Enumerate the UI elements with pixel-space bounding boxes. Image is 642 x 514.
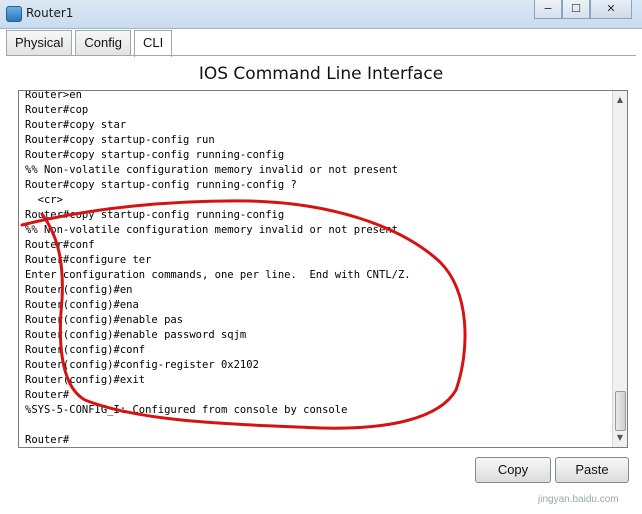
terminal-line: Router#copy startup-config run: [25, 134, 215, 146]
terminal-line: Router#copy startup-config running-confi…: [25, 179, 297, 191]
window-titlebar: Router1 − ☐ ✕: [0, 0, 642, 29]
panel-title: IOS Command Line Interface: [198, 64, 444, 84]
terminal-line: %% Non-volatile configuration memory inv…: [25, 224, 398, 236]
maximize-button[interactable]: ☐: [562, 0, 590, 19]
tab-physical[interactable]: Physical: [6, 30, 73, 55]
copy-button[interactable]: Copy: [475, 457, 551, 483]
terminal-line: Router#: [25, 389, 70, 401]
cli-terminal[interactable]: Router>en Router#cop Router#copy star Route…: [18, 90, 628, 448]
terminal-line: Router(config)#ena: [25, 299, 139, 311]
watermark-text: jingyan.baidu.com: [538, 494, 619, 505]
scroll-up-arrow-icon[interactable]: ▲: [614, 93, 626, 107]
terminal-line: Router#cop: [25, 104, 89, 116]
terminal-line: %% Non-volatile configuration memory inv…: [25, 164, 398, 176]
terminal-line: Router#copy startup-config running-confi…: [25, 149, 285, 161]
window-title: Router1: [26, 6, 74, 20]
terminal-output: Router>en Router#cop Router#copy star Route…: [25, 90, 609, 447]
terminal-line: %SYS-5-CONFIG_I: Configured from console…: [25, 404, 348, 416]
minimize-button[interactable]: −: [534, 0, 562, 19]
scroll-down-arrow-icon[interactable]: ▼: [614, 431, 626, 445]
tab-config[interactable]: Config: [75, 30, 131, 55]
tab-cli[interactable]: CLI: [134, 30, 173, 57]
paste-button[interactable]: Paste: [555, 457, 629, 483]
terminal-line: Router(config)#enable password sqjm: [25, 329, 247, 341]
terminal-line: Router(config)#enable pas: [25, 314, 184, 326]
terminal-line: Router#: [25, 434, 70, 446]
window-controls: − ☐ ✕: [534, 0, 632, 20]
terminal-line: Router(config)#exit: [25, 374, 146, 386]
terminal-line: Router>en: [25, 90, 82, 101]
terminal-line: Enter configuration commands, one per li…: [25, 269, 411, 281]
terminal-line: Router#conf: [25, 239, 95, 251]
scrollbar-thumb[interactable]: [615, 391, 626, 431]
terminal-line: Router#copy startup-config running-confi…: [25, 209, 285, 221]
terminal-scrollbar[interactable]: ▲ ▼: [612, 91, 627, 447]
tab-bar: Physical Config CLI: [6, 30, 175, 57]
terminal-line: <cr>: [25, 194, 63, 206]
router-app-icon: [6, 6, 22, 22]
terminal-line: Router(config)#en: [25, 284, 133, 296]
terminal-line: Router(config)#conf: [25, 344, 146, 356]
close-button[interactable]: ✕: [590, 0, 632, 19]
terminal-line: Router(config)#config-register 0x2102: [25, 359, 259, 371]
terminal-line: Router#configure ter: [25, 254, 152, 266]
tab-divider: [6, 55, 636, 56]
terminal-line: Router#copy star: [25, 119, 127, 131]
